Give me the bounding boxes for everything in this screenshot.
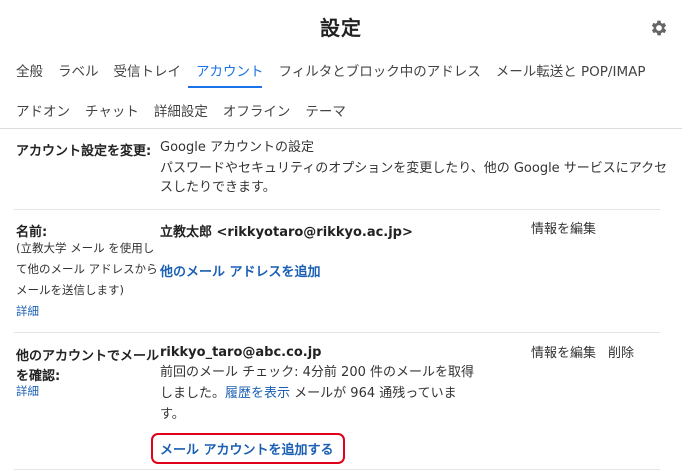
section-divider [14, 209, 660, 210]
tab-themes[interactable]: テーマ [305, 100, 346, 120]
check-status-3: す。 [160, 407, 185, 422]
tab-advanced[interactable]: 詳細設定 [154, 100, 208, 120]
highlight-box [151, 433, 345, 464]
check-mail-label-1: 他のアカウントでメール [16, 349, 160, 364]
change-settings-label: アカウント設定を変更: [16, 144, 152, 159]
tab-accounts[interactable]: アカウント [196, 60, 264, 80]
tab-filters[interactable]: フィルタとブロック中のアドレス [279, 60, 481, 80]
tab-general[interactable]: 全般 [16, 60, 43, 80]
tab-labels[interactable]: ラベル [58, 60, 99, 80]
gear-icon[interactable] [649, 18, 669, 38]
tabs-divider [0, 128, 682, 129]
tab-offline[interactable]: オフライン [223, 100, 291, 120]
section-divider [14, 469, 660, 470]
other-account-address: rikkyo_taro@abc.co.jp [160, 345, 322, 360]
tab-inbox[interactable]: 受信トレイ [114, 60, 182, 80]
view-history-link[interactable]: 履歴を表示 [225, 386, 290, 401]
page-title: 設定 [320, 16, 362, 40]
name-note-1: (立教大学 メール を使用し [16, 241, 155, 255]
check-status-2-pre: しました。 [160, 386, 226, 401]
section-divider [14, 332, 660, 333]
add-another-address-link[interactable]: 他のメール アドレスを追加 [160, 261, 321, 280]
account-delete-link[interactable]: 削除 [608, 343, 634, 364]
tab-forwarding-pop-imap[interactable]: メール転送と POP/IMAP [496, 60, 646, 80]
check-status-1: 前回のメール チェック: 4分前 200 件のメールを取得 [160, 365, 474, 380]
tabs-row-2: アドオン チャット 詳細設定 オフライン テーマ [16, 100, 361, 120]
tabs-row-1: 全般 ラベル 受信トレイ アカウント フィルタとブロック中のアドレス メール転送… [16, 60, 661, 80]
name-value: 立教太郎 <rikkyotaro@rikkyo.ac.jp> [160, 225, 413, 240]
name-note-2: て他のメール アドレスから [16, 262, 158, 276]
check-status-2: しました。履歴を表示 メールが 964 通残っていま [160, 383, 457, 404]
tab-chat[interactable]: チャット [85, 100, 139, 120]
google-account-settings-link[interactable]: Google アカウントの設定 [160, 137, 314, 158]
change-settings-desc-1: パスワードやセキュリティのオプションを変更したり、他の Google サービスに… [160, 161, 668, 176]
name-edit-info-link[interactable]: 情報を編集 [531, 219, 596, 240]
name-details-link[interactable]: 詳細 [16, 301, 39, 322]
tab-addons[interactable]: アドオン [16, 100, 70, 120]
account-edit-info-link[interactable]: 情報を編集 [531, 343, 596, 364]
change-settings-desc-2: スしたりできます。 [160, 180, 276, 195]
name-note-3: メールを送信します) [16, 283, 124, 297]
check-mail-details-link[interactable]: 詳細 [16, 381, 39, 402]
check-status-2-post: メールが 964 通残っていま [290, 386, 457, 401]
active-tab-indicator [188, 86, 262, 88]
